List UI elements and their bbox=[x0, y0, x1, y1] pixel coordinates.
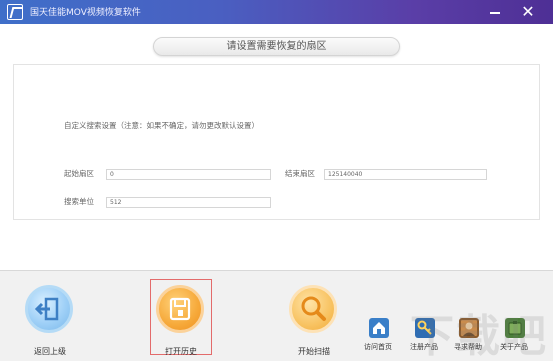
back-label: 返回上级 bbox=[34, 347, 66, 356]
minimize-button[interactable] bbox=[486, 3, 504, 21]
start-scan-button[interactable]: 开始扫描 bbox=[284, 279, 344, 356]
magnifier-icon bbox=[289, 285, 337, 333]
visit-home-button[interactable]: 访问首页 bbox=[356, 318, 400, 358]
open-history-label: 打开历史 bbox=[165, 347, 197, 356]
search-unit-label: 搜索单位 bbox=[64, 197, 94, 206]
start-sector-input[interactable]: 0 bbox=[106, 169, 271, 180]
watermark: 下载吧 bbox=[410, 311, 548, 361]
window-title: 国天佳能MOV视频恢复软件 bbox=[30, 8, 141, 18]
section-title: 请设置需要恢复的扇区 bbox=[153, 37, 400, 56]
back-button[interactable]: 返回上级 bbox=[20, 279, 80, 356]
visit-home-label: 访问首页 bbox=[364, 343, 392, 351]
start-sector-label: 起始扇区 bbox=[64, 169, 94, 178]
open-history-button[interactable]: 打开历史 bbox=[151, 279, 211, 356]
title-bar: 国天佳能MOV视频恢复软件 ✕ bbox=[0, 0, 553, 24]
sector-settings-panel: 自定义搜索设置（注意：如果不确定，请勿更改默认设置） 起始扇区 0 结束扇区 1… bbox=[13, 64, 540, 220]
home-icon bbox=[369, 318, 389, 338]
app-logo-icon bbox=[7, 4, 23, 20]
custom-search-note: 自定义搜索设置（注意：如果不确定，请勿更改默认设置） bbox=[64, 121, 259, 130]
floppy-disk-icon bbox=[156, 285, 204, 333]
end-sector-input[interactable]: 125140040 bbox=[324, 169, 487, 180]
search-unit-input[interactable]: 512 bbox=[106, 197, 271, 208]
back-icon bbox=[25, 285, 73, 333]
close-button[interactable]: ✕ bbox=[519, 3, 537, 21]
start-scan-label: 开始扫描 bbox=[298, 347, 330, 356]
end-sector-label: 结束扇区 bbox=[285, 169, 315, 178]
